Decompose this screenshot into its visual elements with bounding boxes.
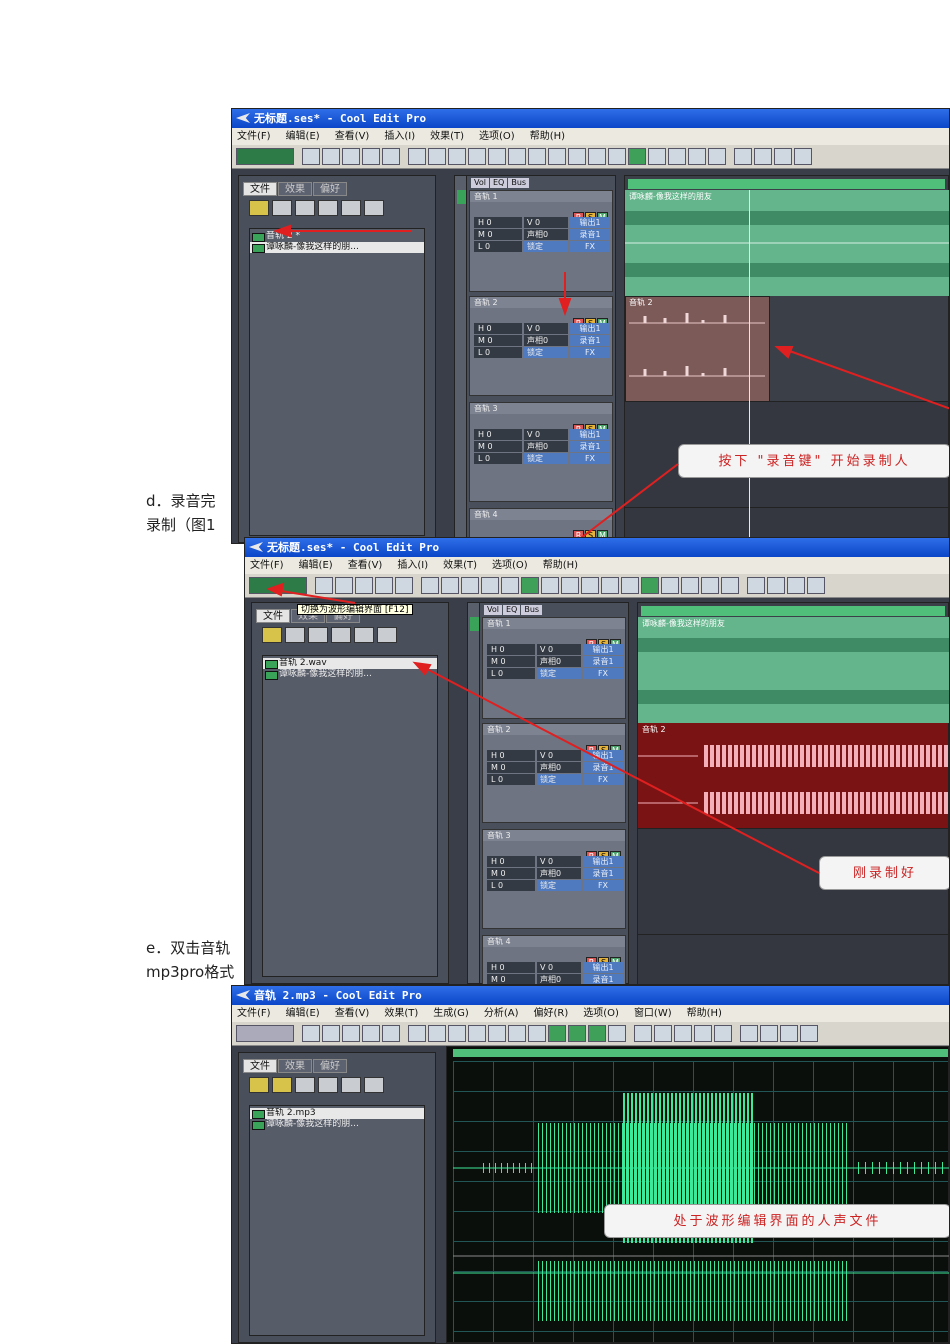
- help-icon[interactable]: [364, 1077, 384, 1093]
- loop-icon[interactable]: [588, 1025, 606, 1042]
- cut-icon[interactable]: [448, 1025, 466, 1042]
- menu-bar: 文件(F) 编辑(E) 查看(V) 效果(T) 生成(G) 分析(A) 偏好(R) 选项(O)…: [232, 1005, 949, 1022]
- tab-favorites[interactable]: 偏好: [313, 1059, 347, 1073]
- window3-icon[interactable]: [780, 1025, 798, 1042]
- open-icon[interactable]: [322, 1025, 340, 1042]
- menu-help[interactable]: 帮助(H): [687, 1008, 722, 1019]
- app-icon: [236, 990, 250, 1000]
- paste-icon[interactable]: [488, 1025, 506, 1042]
- grid2-icon[interactable]: [694, 1025, 712, 1042]
- callout-wave-file: 处于波形编辑界面的人声文件: [604, 1204, 949, 1238]
- list-item[interactable]: 谭咏麟-像我这样的朋...: [250, 1119, 424, 1130]
- menu-file[interactable]: 文件(F): [237, 1008, 271, 1019]
- play-icon[interactable]: [800, 1025, 818, 1042]
- spectral-icon[interactable]: [634, 1025, 652, 1042]
- list-item[interactable]: 音轨 2.mp3: [250, 1108, 424, 1119]
- window2-icon[interactable]: [760, 1025, 778, 1042]
- window-title: 音轨 2.mp3 - Cool Edit Pro: [254, 989, 422, 1002]
- trim-icon[interactable]: [528, 1025, 546, 1042]
- timeline-ruler[interactable]: [453, 1049, 948, 1057]
- cool-edit-window-3: 音轨 2.mp3 - Cool Edit Pro 文件(F) 编辑(E) 查看(V)…: [231, 985, 950, 1344]
- menu-options[interactable]: 选项(O): [583, 1008, 619, 1019]
- cool-edit-window-2: 无标题.ses* - Cool Edit Pro 文件(F) 编辑(E) 查看(V)…: [244, 537, 950, 985]
- menu-favorites[interactable]: 偏好(R): [533, 1008, 568, 1019]
- switch-view-button[interactable]: [236, 1025, 294, 1042]
- tab-effects[interactable]: 效果: [278, 1059, 312, 1073]
- note-e-line2: mp3pro格式: [146, 963, 235, 981]
- note-e-line1: e．双击音轨: [146, 939, 231, 957]
- menu-analyze[interactable]: 分析(A): [484, 1008, 519, 1019]
- organizer-panel: 文件 效果 偏好 音轨 2.mp3 谭咏麟-像我这样的朋...: [238, 1052, 436, 1343]
- menu-window[interactable]: 窗口(W): [634, 1008, 672, 1019]
- undo-icon[interactable]: [408, 1025, 426, 1042]
- level-icon[interactable]: [568, 1025, 586, 1042]
- cool-edit-window-1: 无标题.ses* - Cool Edit Pro 文件(F) 编辑(E) 查看(V)…: [231, 108, 950, 544]
- annotation-arrows: [273, 224, 949, 542]
- new-icon[interactable]: [302, 1025, 320, 1042]
- save-all-icon[interactable]: [362, 1025, 380, 1042]
- toolbar: [232, 1022, 949, 1046]
- grid3-icon[interactable]: [714, 1025, 732, 1042]
- note-d-line2: 录制（图1: [146, 516, 216, 534]
- menu-edit[interactable]: 编辑(E): [286, 1008, 320, 1019]
- open-file-icon[interactable]: [249, 1077, 269, 1093]
- insert-icon[interactable]: [295, 1077, 315, 1093]
- grid-icon[interactable]: [674, 1025, 692, 1042]
- window-icon[interactable]: [740, 1025, 758, 1042]
- options-icon[interactable]: [341, 1077, 361, 1093]
- scissors-icon[interactable]: [508, 1025, 526, 1042]
- menu-generate[interactable]: 生成(G): [433, 1008, 469, 1019]
- print-icon[interactable]: [382, 1025, 400, 1042]
- menu-view[interactable]: 查看(V): [335, 1008, 370, 1019]
- mix-paste-icon[interactable]: [548, 1025, 566, 1042]
- waveform: [453, 1093, 949, 1321]
- title-bar[interactable]: 音轨 2.mp3 - Cool Edit Pro: [232, 986, 949, 1005]
- copy-icon[interactable]: [468, 1025, 486, 1042]
- redo-icon[interactable]: [428, 1025, 446, 1042]
- save-icon[interactable]: [342, 1025, 360, 1042]
- frame-icon[interactable]: [654, 1025, 672, 1042]
- file-list: 音轨 2.mp3 谭咏麟-像我这样的朋...: [249, 1105, 425, 1336]
- tab-files[interactable]: 文件: [243, 1059, 277, 1073]
- waveform-view[interactable]: [446, 1046, 949, 1343]
- close-file-icon[interactable]: [272, 1077, 292, 1093]
- note-d-line1: d．录音完: [146, 492, 216, 510]
- zoom-icon[interactable]: [608, 1025, 626, 1042]
- annotation-arrows: [266, 582, 820, 874]
- insert-multi-icon[interactable]: [318, 1077, 338, 1093]
- menu-effects[interactable]: 效果(T): [384, 1008, 418, 1019]
